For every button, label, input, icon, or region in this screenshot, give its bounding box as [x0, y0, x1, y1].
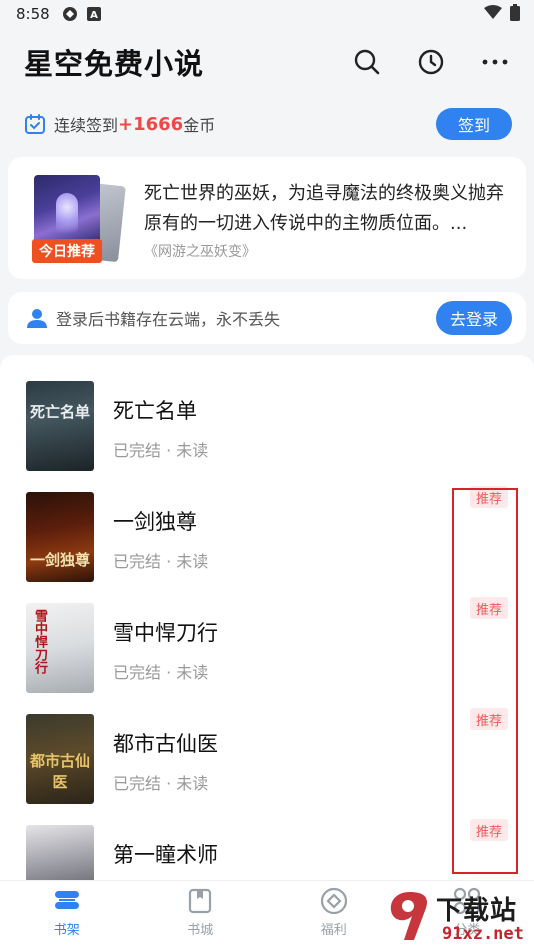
nav-bookstore-label: 书城	[187, 923, 214, 938]
checkin-coins: +1666	[118, 113, 184, 135]
notification-a-icon: A	[86, 6, 102, 22]
book-title: 一剑独尊	[113, 510, 197, 534]
clock-icon	[418, 49, 444, 75]
book-title: 死亡名单	[113, 399, 197, 423]
book-item[interactable]: 一剑独尊 一剑独尊 已完结 · 未读 推荐	[0, 466, 534, 582]
app-title: 星空免费小说	[24, 47, 205, 81]
header-actions	[352, 47, 510, 77]
book-cover-text: 都市古仙医	[29, 752, 90, 791]
recommend-tag: 推荐	[470, 819, 508, 841]
welfare-icon	[320, 887, 348, 915]
battery-icon	[510, 3, 520, 25]
book-item[interactable]: 雪中悍刀行 雪中悍刀行 已完结 · 未读 推荐	[0, 577, 534, 693]
more-button[interactable]	[480, 47, 510, 77]
checkin-button[interactable]: 签到	[436, 108, 512, 140]
bottom-nav: 书架 书城 福利 分类	[0, 880, 534, 950]
book-cover: 雪中悍刀行	[26, 603, 94, 693]
book-item[interactable]: 死亡名单 死亡名单 已完结 · 未读	[0, 355, 534, 471]
nav-bookstore[interactable]: 书城	[134, 881, 268, 950]
nav-bookshelf-label: 书架	[53, 923, 80, 938]
recommend-book-title: 《网游之巫妖变》	[144, 244, 256, 260]
book-cover: 死亡名单	[26, 381, 94, 471]
recommend-tag: 推荐	[470, 486, 508, 508]
vpn-icon	[62, 6, 78, 22]
category-icon	[453, 887, 481, 915]
book-item[interactable]: 第一瞳术师 推荐	[0, 799, 534, 885]
book-cover	[26, 825, 94, 885]
book-status: 已完结 · 未读	[113, 774, 209, 793]
book-status: 已完结 · 未读	[113, 663, 209, 682]
bookshelf-icon	[53, 887, 81, 915]
checkin-row: 连续签到 +1666 金币 签到	[0, 104, 534, 144]
bookshelf-list: 死亡名单 死亡名单 已完结 · 未读 一剑独尊 一剑独尊 已完结 · 未读 推荐…	[0, 355, 534, 885]
recommend-description: 死亡世界的巫妖，为追寻魔法的终极奥义抛弃原有的一切进入传说中的主物质位面。...	[144, 183, 504, 234]
book-title: 第一瞳术师	[113, 843, 218, 867]
book-title: 雪中悍刀行	[113, 621, 218, 645]
login-card: 登录后书籍存在云端，永不丢失 去登录	[8, 292, 526, 344]
login-button[interactable]: 去登录	[436, 301, 512, 335]
search-button[interactable]	[352, 47, 382, 77]
checkin-suffix: 金币	[183, 116, 216, 135]
book-cover: 都市古仙医	[26, 714, 94, 804]
checkin-prefix: 连续签到	[54, 116, 119, 135]
more-icon	[482, 59, 508, 65]
book-cover-text: 死亡名单	[29, 403, 90, 421]
book-cover-text: 一剑独尊	[29, 551, 90, 569]
recommend-tag: 推荐	[470, 597, 508, 619]
calendar-check-icon	[25, 114, 45, 134]
recommend-badge: 今日推荐	[32, 239, 102, 263]
wifi-icon	[484, 5, 502, 23]
svg-text:A: A	[90, 10, 98, 21]
user-icon	[27, 309, 47, 328]
recommend-tag: 推荐	[470, 708, 508, 730]
bookstore-icon	[186, 887, 214, 915]
nav-category-label: 分类	[454, 923, 481, 938]
book-cover: 一剑独尊	[26, 492, 94, 582]
login-hint: 登录后书籍存在云端，永不丢失	[56, 310, 281, 329]
app-header: 星空免费小说	[0, 30, 534, 94]
search-icon	[354, 49, 380, 75]
book-item[interactable]: 都市古仙医 都市古仙医 已完结 · 未读 推荐	[0, 688, 534, 804]
book-title: 都市古仙医	[113, 732, 218, 756]
nav-bookshelf[interactable]: 书架	[0, 881, 134, 950]
book-cover-text: 雪中悍刀行	[32, 609, 47, 674]
status-bar: 8:58 A	[0, 0, 534, 28]
nav-welfare-label: 福利	[320, 923, 347, 938]
daily-recommend-card[interactable]: 今日推荐 死亡世界的巫妖，为追寻魔法的终极奥义抛弃原有的一切进入传说中的主物质位…	[8, 157, 526, 279]
status-time: 8:58	[16, 5, 50, 23]
history-button[interactable]	[416, 47, 446, 77]
book-status: 已完结 · 未读	[113, 552, 209, 571]
book-status: 已完结 · 未读	[113, 441, 209, 460]
status-right	[484, 3, 520, 25]
nav-category[interactable]: 分类	[401, 881, 534, 950]
nav-welfare[interactable]: 福利	[267, 881, 401, 950]
